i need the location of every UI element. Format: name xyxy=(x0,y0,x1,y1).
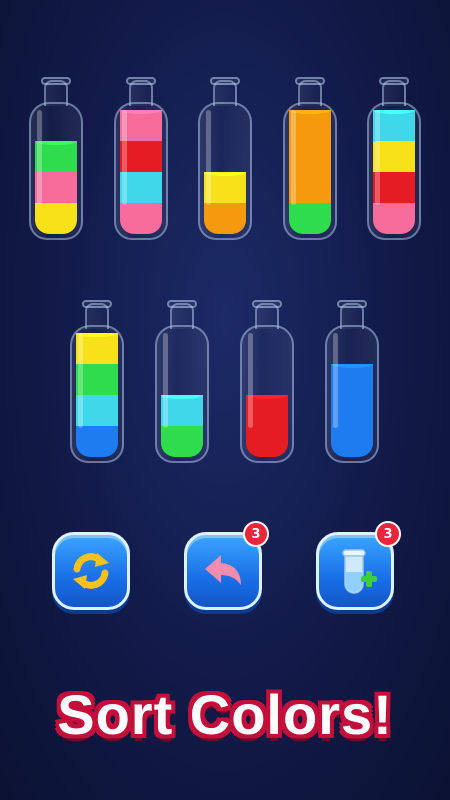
undo-button[interactable]: 3 xyxy=(184,521,269,610)
bottle-lip xyxy=(337,300,367,308)
glass-shine xyxy=(37,110,42,205)
bottle-lip xyxy=(252,300,282,308)
glass-shine xyxy=(206,110,211,205)
liquid-layer xyxy=(161,426,203,457)
liquid-layer xyxy=(204,203,246,234)
bottle-7[interactable] xyxy=(155,300,209,463)
bottle-5[interactable] xyxy=(367,77,421,240)
bottle-9[interactable] xyxy=(325,300,379,463)
bottle-lip xyxy=(379,77,409,85)
liquid-layer xyxy=(76,426,118,457)
glass-shine xyxy=(333,333,338,428)
restart-button[interactable] xyxy=(52,532,130,610)
restart-arrows-icon xyxy=(73,553,109,589)
glass-shine xyxy=(248,333,253,428)
bottle-8[interactable] xyxy=(240,300,294,463)
bottle-lip xyxy=(295,77,325,85)
bottle-3[interactable] xyxy=(198,77,252,240)
glass-shine xyxy=(122,110,127,205)
bottle-lip xyxy=(82,300,112,308)
glass-shine xyxy=(291,110,296,205)
undo-count-badge: 3 xyxy=(243,521,269,547)
bottle-lip xyxy=(126,77,156,85)
liquid-layer xyxy=(331,426,373,457)
liquid-layer xyxy=(373,203,415,234)
bottle-lip xyxy=(210,77,240,85)
undo-arrow-icon xyxy=(205,555,241,585)
bottle-2[interactable] xyxy=(114,77,168,240)
bottle-1[interactable] xyxy=(29,77,83,240)
liquid-layer xyxy=(246,426,288,457)
add-tube-icon xyxy=(342,549,377,594)
bottle-6[interactable] xyxy=(70,300,124,463)
glass-shine xyxy=(78,333,83,428)
liquid-layer xyxy=(120,203,162,234)
bottle-4[interactable] xyxy=(283,77,337,240)
game-title: Sort Colors! xyxy=(57,683,393,746)
liquid-layer xyxy=(35,203,77,234)
glass-shine xyxy=(163,333,168,428)
add-bottle-count-badge: 3 xyxy=(375,521,401,547)
bottle-lip xyxy=(167,300,197,308)
add-bottle-button[interactable]: 3 xyxy=(316,521,401,610)
liquid-layer xyxy=(289,203,331,234)
glass-shine xyxy=(375,110,380,205)
bottle-lip xyxy=(41,77,71,85)
